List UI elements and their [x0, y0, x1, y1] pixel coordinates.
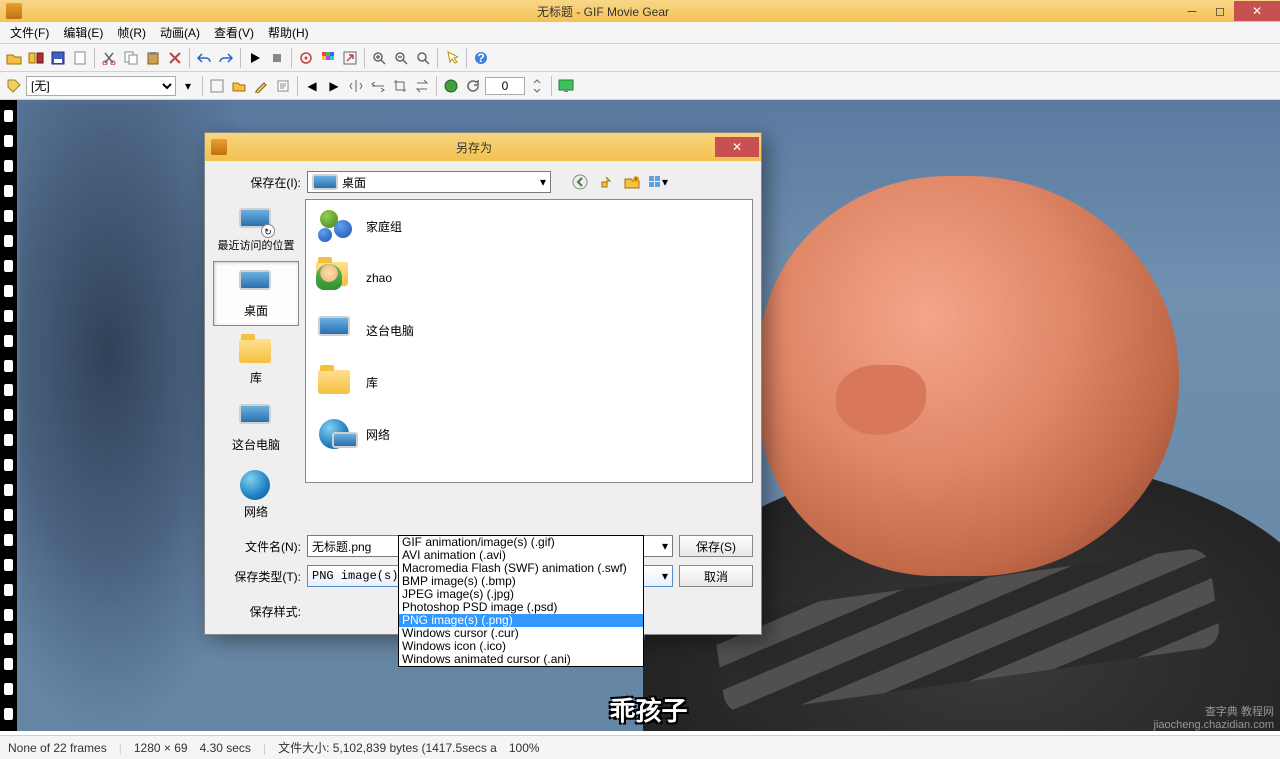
place-libs[interactable]: 库	[213, 328, 299, 393]
frame-icon[interactable]	[207, 76, 227, 96]
dialog-close-button[interactable]: ✕	[715, 137, 759, 157]
film-strip-left	[0, 100, 17, 731]
spinner-icon[interactable]	[527, 76, 547, 96]
titlebar: 无标题 - GIF Movie Gear ─ ◻ ✕	[0, 0, 1280, 22]
tag-icon[interactable]	[4, 76, 24, 96]
prev-icon[interactable]: ◀	[302, 76, 322, 96]
status-dims: 1280 × 69	[134, 741, 188, 755]
zoomfit-icon[interactable]	[413, 48, 433, 68]
undo-icon[interactable]	[194, 48, 214, 68]
maximize-button[interactable]: ◻	[1206, 1, 1234, 21]
play-icon[interactable]	[245, 48, 265, 68]
filetype-option[interactable]: Windows animated cursor (.ani)	[399, 653, 643, 666]
globe-icon[interactable]	[441, 76, 461, 96]
rotate-icon[interactable]	[463, 76, 483, 96]
place-recent[interactable]: ↻ 最近访问的位置	[213, 199, 299, 259]
flip-icon[interactable]	[346, 76, 366, 96]
next-icon[interactable]: ▶	[324, 76, 344, 96]
window-title: 无标题 - GIF Movie Gear	[28, 3, 1178, 20]
save-button[interactable]: 保存(S)	[679, 535, 753, 557]
close-button[interactable]: ✕	[1234, 1, 1280, 21]
item-libs[interactable]: 库	[306, 356, 752, 408]
item-user[interactable]: zhao	[306, 252, 752, 304]
dialog-icon	[211, 139, 227, 155]
places-bar: ↻ 最近访问的位置 桌面 库 这台电脑 网络	[213, 199, 299, 527]
menu-anim[interactable]: 动画(A)	[154, 22, 206, 43]
menu-help[interactable]: 帮助(H)	[262, 22, 315, 43]
dialog-titlebar: 另存为 ✕	[205, 133, 761, 161]
cancel-button[interactable]: 取消	[679, 565, 753, 587]
file-list[interactable]: 家庭组 zhao 这台电脑 库 网络	[305, 199, 753, 483]
save-in-combo[interactable]: 桌面 ▾	[307, 171, 551, 193]
zoomin-icon[interactable]	[369, 48, 389, 68]
minimize-button[interactable]: ─	[1178, 1, 1206, 21]
resize-icon[interactable]	[340, 48, 360, 68]
status-zoom: 100%	[509, 741, 540, 755]
window-controls: ─ ◻ ✕	[1178, 1, 1280, 21]
menu-edit[interactable]: 编辑(E)	[57, 22, 109, 43]
svg-text:?: ?	[477, 51, 484, 65]
new-icon[interactable]	[70, 48, 90, 68]
save-in-value: 桌面	[342, 174, 366, 191]
chevron-down-icon[interactable]: ▾	[178, 76, 198, 96]
menubar: 文件(F) 编辑(E) 帧(R) 动画(A) 查看(V) 帮助(H)	[0, 22, 1280, 44]
status-filesize: 文件大小: 5,102,839 bytes (1417.5secs a	[278, 739, 497, 756]
paste-icon[interactable]	[143, 48, 163, 68]
cut-icon[interactable]	[99, 48, 119, 68]
menu-view[interactable]: 查看(V)	[208, 22, 260, 43]
toolbar-main: ?	[0, 44, 1280, 72]
status-frames: None of 22 frames	[8, 741, 107, 755]
savetype-label: 保存类型(T):	[213, 568, 301, 585]
pointer-icon[interactable]	[442, 48, 462, 68]
savestyle-label: 保存样式:	[213, 603, 301, 620]
layer-select[interactable]: [无]	[26, 76, 176, 96]
delete-icon[interactable]	[165, 48, 185, 68]
toolbar-secondary: [无] ▾ ◀ ▶	[0, 72, 1280, 100]
app-icon	[6, 3, 22, 19]
menu-frame[interactable]: 帧(R)	[111, 22, 152, 43]
watermark: 查字典 教程网 jiaocheng.chazidian.com	[1154, 703, 1274, 731]
reverse-icon[interactable]	[412, 76, 432, 96]
props-icon[interactable]	[273, 76, 293, 96]
filetype-dropdown[interactable]: GIF animation/image(s) (.gif)AVI animati…	[398, 535, 644, 667]
back-icon[interactable]	[569, 171, 591, 193]
subtitle-text: 乖孩子	[609, 691, 687, 728]
dialog-title: 另存为	[233, 139, 715, 156]
save-in-label: 保存在(I):	[213, 174, 301, 191]
item-network[interactable]: 网络	[306, 408, 752, 460]
copy-icon[interactable]	[121, 48, 141, 68]
place-desktop[interactable]: 桌面	[213, 261, 299, 326]
edit-icon[interactable]	[251, 76, 271, 96]
zoomout-icon[interactable]	[391, 48, 411, 68]
mirror-icon[interactable]	[368, 76, 388, 96]
up-icon[interactable]	[595, 171, 617, 193]
save-icon[interactable]	[48, 48, 68, 68]
crop-icon[interactable]	[390, 76, 410, 96]
insert-icon[interactable]	[26, 48, 46, 68]
filename-label: 文件名(N):	[213, 538, 301, 555]
rotate-input[interactable]	[485, 77, 525, 95]
stop-icon[interactable]	[267, 48, 287, 68]
palette-icon[interactable]	[318, 48, 338, 68]
folder-icon[interactable]	[229, 76, 249, 96]
item-homegroup[interactable]: 家庭组	[306, 200, 752, 252]
viewmode-icon[interactable]: ▾	[647, 171, 669, 193]
place-thispc[interactable]: 这台电脑	[213, 395, 299, 460]
redo-icon[interactable]	[216, 48, 236, 68]
screen-icon[interactable]	[556, 76, 576, 96]
open-icon[interactable]	[4, 48, 24, 68]
place-network[interactable]: 网络	[213, 462, 299, 527]
menu-file[interactable]: 文件(F)	[4, 22, 55, 43]
newfolder-icon[interactable]	[621, 171, 643, 193]
status-secs: 4.30 secs	[200, 741, 251, 755]
item-thispc[interactable]: 这台电脑	[306, 304, 752, 356]
optimize-icon[interactable]	[296, 48, 316, 68]
statusbar: None of 22 frames | 1280 × 69 4.30 secs …	[0, 735, 1280, 759]
help-icon[interactable]: ?	[471, 48, 491, 68]
